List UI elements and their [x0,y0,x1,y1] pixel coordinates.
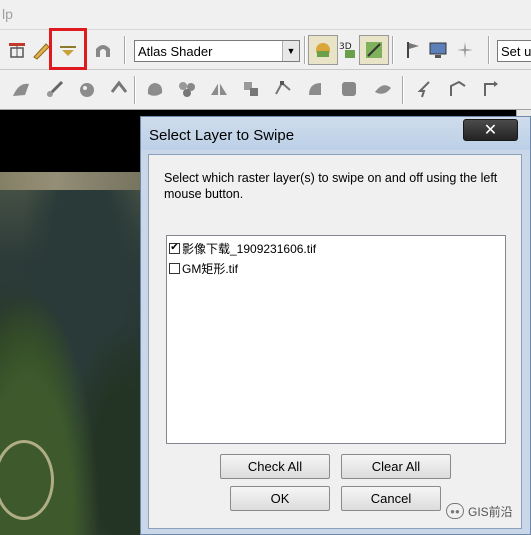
satellite-image-edge [0,172,140,190]
vertex-icon[interactable] [268,74,298,104]
raster-view[interactable] [0,110,140,535]
menu-fragment[interactable]: lp [2,6,13,22]
monitor-icon[interactable] [423,35,453,65]
select-layer-dialog: Select Layer to Swipe ✕ Select which ras… [140,116,531,535]
shape-icon[interactable] [334,74,364,104]
layer-checkbox-checked[interactable]: ✔ [169,242,180,254]
watermark: ●● GIS前沿 [446,501,513,521]
layer-item[interactable]: GM矩形.tif [169,259,238,277]
check-all-button[interactable]: Check All [220,454,330,479]
swipe-tool-icon[interactable] [359,35,389,65]
sparkle-icon[interactable] [450,35,480,65]
right-select[interactable]: Set u [497,40,531,62]
right-select-value: Set u [501,44,531,59]
close-button[interactable]: ✕ [463,119,518,141]
layer-name: 影像下载_1909231606.tif [182,241,317,256]
toolbar-bottom [0,70,531,110]
ok-button[interactable]: OK [230,486,330,511]
split-icon[interactable] [204,74,234,104]
highlight-box [49,28,87,70]
select-tool-icon[interactable] [410,74,440,104]
dialog-description: Select which raster layer(s) to swipe on… [164,171,498,201]
chevron-down-icon[interactable]: ▼ [282,41,299,61]
layer-checkbox-unchecked[interactable] [169,262,180,274]
dialog-titlebar[interactable]: Select Layer to Swipe ✕ [141,117,530,150]
rotate-icon[interactable] [476,74,506,104]
shader-select-value: Atlas Shader [138,44,213,59]
pen-tool-icon[interactable] [6,74,36,104]
shader-select[interactable]: Atlas Shader ▼ [134,40,300,62]
paint-icon[interactable] [72,74,102,104]
layer-listbox[interactable]: ✔ 影像下载_1909231606.tif GM矩形.tif [166,235,506,444]
chevron-icon[interactable] [443,74,473,104]
merge-icon[interactable] [236,74,266,104]
arch-icon[interactable] [88,35,118,65]
blob-icon[interactable] [140,74,170,104]
close-icon: ✕ [483,122,498,139]
cancel-button[interactable]: Cancel [341,486,441,511]
dialog-title: Select Layer to Swipe [149,127,295,144]
pencil-shape-icon[interactable] [368,74,398,104]
arrow-tool-icon[interactable] [104,74,134,104]
line-tool-icon[interactable] [40,74,70,104]
cluster-icon[interactable] [172,74,202,104]
watermark-text: GIS前沿 [468,504,513,519]
dialog-client: Select which raster layer(s) to swipe on… [148,154,522,529]
layer-name: GM矩形.tif [182,261,238,276]
clear-all-button[interactable]: Clear All [341,454,451,479]
wechat-icon: ●● [446,503,464,519]
layer-item[interactable]: ✔ 影像下载_1909231606.tif [169,239,316,257]
menu-bar: lp [0,0,531,30]
node-icon[interactable] [300,74,330,104]
